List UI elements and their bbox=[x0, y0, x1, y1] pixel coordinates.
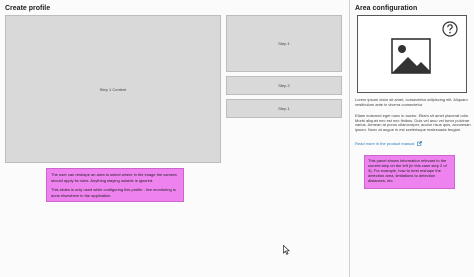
page-title: Create profile bbox=[5, 5, 51, 12]
step-item-label: Step 1 bbox=[278, 41, 290, 46]
step-item-2[interactable]: Step 2 bbox=[226, 76, 342, 95]
side-panel-title: Area configuration bbox=[355, 5, 418, 12]
mouse-cursor-icon bbox=[283, 245, 290, 255]
note-line-1: The user can reshape an area to select w… bbox=[51, 172, 177, 183]
image-placeholder bbox=[357, 15, 467, 93]
product-manual-link-label: Read more in the product manual bbox=[355, 141, 415, 146]
description-paragraph-1: Lorem ipsum dolor sit amet, consectetur … bbox=[355, 97, 468, 107]
step-content-label: Step 1 Content bbox=[99, 86, 127, 92]
main-annotation-note: The user can reshape an area to select w… bbox=[46, 168, 184, 202]
question-mark-icon[interactable] bbox=[442, 21, 458, 37]
main-panel: Create profile Step 1 Content Step 1 Ste… bbox=[0, 0, 349, 277]
step-item-label: Step 2 bbox=[278, 83, 290, 88]
area-configuration-panel: Area configuration Lorem ipsum dolor sit… bbox=[350, 0, 474, 277]
note-line-2: This slides is only used while configuri… bbox=[51, 187, 176, 198]
external-link-icon bbox=[416, 141, 422, 147]
description-paragraph-2: Etiam euismod eget nunc in auctor. Etiam… bbox=[355, 113, 471, 132]
step-item-1[interactable]: Step 1 bbox=[226, 15, 342, 72]
step-item-3[interactable]: Step 1 bbox=[226, 99, 342, 118]
product-manual-link[interactable]: Read more in the product manual bbox=[355, 141, 422, 147]
step-content-area[interactable]: Step 1 Content bbox=[5, 15, 221, 163]
step-item-label: Step 1 bbox=[278, 106, 290, 111]
side-annotation-note: This panel shows information relevant to… bbox=[364, 155, 455, 189]
